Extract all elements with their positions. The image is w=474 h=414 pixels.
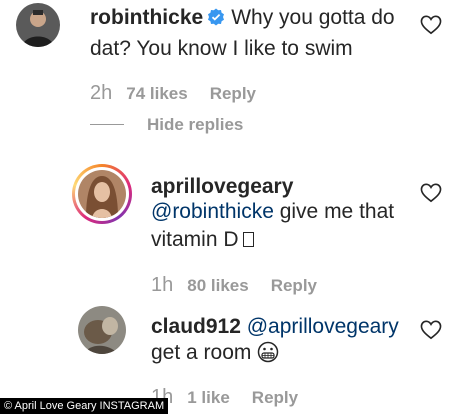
comment-3-meta: 1h 1 like Reply xyxy=(151,386,298,409)
comment-3-text-2: get a room xyxy=(151,341,252,364)
avatar-claud912[interactable] xyxy=(78,306,126,354)
comment-2-text-2: vitamin D xyxy=(151,228,239,251)
comment-1-likes[interactable]: 74 likes xyxy=(126,84,187,103)
comment-1-like-heart-icon[interactable] xyxy=(420,15,442,35)
avatar-aprillovegeary xyxy=(78,170,126,218)
comment-1-meta: 2h 74 likes Reply xyxy=(90,82,256,105)
photo-credit-watermark: © April Love Geary INSTAGRAM xyxy=(0,398,169,414)
comment-2-mention[interactable]: @robinthicke xyxy=(151,200,274,223)
comment-2-line-2: vitamin D xyxy=(151,225,254,255)
comment-1-line-1: robinthicke Why you gotta do xyxy=(90,3,395,33)
comment-3-like-heart-icon[interactable] xyxy=(420,320,442,340)
comment-1-username[interactable]: robinthicke xyxy=(90,6,203,29)
comment-2-time: 1h xyxy=(151,274,174,296)
comment-2-reply-button[interactable]: Reply xyxy=(271,276,317,295)
hide-replies-button[interactable]: Hide replies xyxy=(147,115,243,135)
comment-2-text-1: give me that xyxy=(273,200,395,223)
comment-3-line-2: get a room xyxy=(151,338,279,368)
comment-1-reply-button[interactable]: Reply xyxy=(210,84,256,103)
missing-glyph-icon xyxy=(242,232,254,247)
comment-3-username[interactable]: claud912 xyxy=(151,315,241,338)
comment-1-time: 2h xyxy=(90,82,113,104)
comment-3-reply-button[interactable]: Reply xyxy=(252,388,298,407)
verified-badge-icon xyxy=(207,5,225,26)
hide-replies-line xyxy=(90,124,124,125)
avatar-robinthicke[interactable] xyxy=(16,3,60,47)
comment-2-meta: 1h 80 likes Reply xyxy=(151,274,317,297)
comment-3-likes[interactable]: 1 like xyxy=(187,388,230,407)
avatar-aprillovegeary-story-ring[interactable] xyxy=(72,164,132,224)
comment-2-likes[interactable]: 80 likes xyxy=(187,276,248,295)
comment-1-text-1: Why you gotta do xyxy=(231,6,395,29)
comment-3-mention[interactable]: @aprillovegeary xyxy=(247,315,399,338)
comment-2-line-1: @robinthicke give me that xyxy=(151,197,394,227)
grimacing-face-emoji xyxy=(257,341,279,363)
comment-1-text-2: dat? You know I like to swim xyxy=(90,37,353,60)
comment-2-like-heart-icon[interactable] xyxy=(420,183,442,203)
